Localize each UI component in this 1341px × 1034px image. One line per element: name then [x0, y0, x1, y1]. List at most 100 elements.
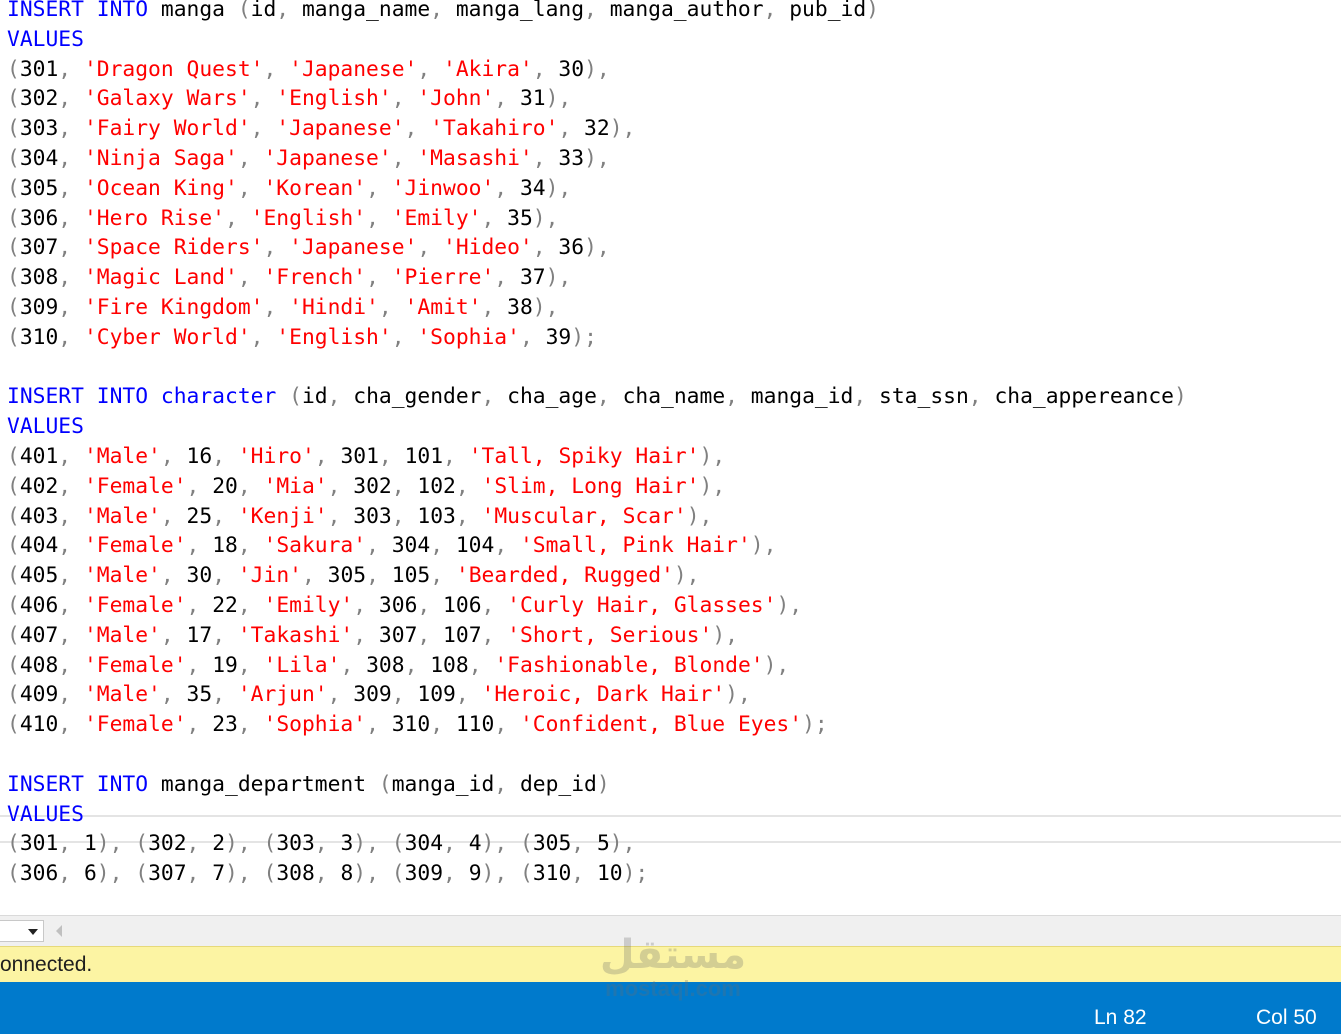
- number-literal: 310: [532, 861, 572, 887]
- character-row: (406, 'Female', 22, 'Emily', 306, 106, '…: [7, 593, 803, 618]
- number-literal: 7: [212, 861, 226, 887]
- number-literal: 3: [340, 831, 354, 857]
- string-literal: 'Tall, Spiky Hair': [468, 444, 700, 469]
- number-literal: 102: [417, 473, 456, 499]
- number-literal: 1: [83, 831, 97, 857]
- number-literal: 18: [212, 533, 238, 559]
- string-literal: 'Ninja Saga': [83, 146, 238, 171]
- string-literal: 'Male': [83, 622, 161, 648]
- number-literal: 305: [327, 563, 367, 589]
- string-literal: 'Magic Land': [83, 265, 238, 291]
- insert-department-line: INSERT INTO manga_department (manga_id, …: [7, 771, 610, 797]
- number-literal: 408: [19, 652, 59, 678]
- number-literal: 9: [468, 861, 482, 887]
- number-literal: 306: [378, 593, 418, 618]
- string-literal: 'Masashi': [417, 146, 533, 171]
- number-literal: 25: [186, 503, 213, 529]
- number-literal: 301: [340, 444, 379, 469]
- character-row: (402, 'Female', 20, 'Mia', 302, 102, 'Sl…: [7, 473, 726, 499]
- line-indicator: Ln 82: [1094, 1006, 1147, 1029]
- string-literal: 'Akira': [443, 56, 533, 82]
- number-literal: 104: [455, 533, 495, 559]
- character-row: (408, 'Female', 19, 'Lila', 308, 108, 'F…: [7, 652, 790, 678]
- string-literal: 'Takahiro': [430, 116, 559, 142]
- number-literal: 308: [276, 861, 315, 887]
- number-literal: 304: [391, 533, 431, 559]
- manga-row: (307, 'Space Riders', 'Japanese', 'Hideo…: [7, 235, 610, 261]
- number-literal: 2: [212, 831, 226, 857]
- manga-row: (302, 'Galaxy Wars', 'English', 'John', …: [7, 86, 572, 112]
- character-row: (405, 'Male', 30, 'Jin', 305, 105, 'Bear…: [7, 563, 700, 589]
- string-literal: 'Jinwoo': [391, 175, 495, 201]
- string-literal: 'Pierre': [391, 265, 495, 291]
- column-name: cha_gender: [353, 384, 482, 410]
- number-literal: 38: [507, 295, 533, 320]
- number-literal: 307: [19, 235, 59, 261]
- number-literal: 5: [596, 831, 610, 857]
- string-literal: 'Japanese': [276, 116, 405, 142]
- number-literal: 302: [353, 473, 392, 499]
- number-literal: 305: [532, 831, 572, 857]
- string-literal: 'Hiro': [237, 444, 315, 469]
- string-literal: 'English': [250, 205, 367, 231]
- number-literal: 32: [584, 116, 610, 142]
- number-literal: 401: [19, 444, 59, 469]
- manga-row: (303, 'Fairy World', 'Japanese', 'Takahi…: [7, 116, 636, 142]
- string-literal: 'Emily': [263, 593, 354, 618]
- number-literal: 8: [340, 861, 354, 887]
- values-line: VALUES: [7, 800, 84, 830]
- column-name: dep_id: [519, 771, 597, 797]
- table-name: character: [160, 384, 277, 410]
- manga-row: (309, 'Fire Kingdom', 'Hindi', 'Amit', 3…: [7, 295, 559, 320]
- number-literal: 30: [558, 56, 585, 82]
- partial-insert-line: INSERT INTO manga (id, manga_name, manga…: [7, 0, 879, 22]
- values-line: VALUES: [7, 25, 84, 55]
- string-literal: 'Fashionable, Blonde': [494, 652, 764, 678]
- string-literal: 'Kenji': [237, 503, 328, 529]
- string-literal: 'Amit': [404, 295, 482, 320]
- number-literal: 307: [378, 622, 418, 648]
- string-literal: 'Male': [83, 682, 161, 708]
- number-literal: 6: [83, 861, 97, 887]
- connection-message: onnected.: [0, 953, 93, 976]
- number-literal: 307: [148, 861, 187, 887]
- number-literal: 16: [186, 444, 213, 469]
- values-keyword: VALUES: [7, 801, 84, 827]
- number-literal: 301: [19, 56, 59, 82]
- number-literal: 306: [19, 861, 59, 887]
- string-literal: 'Fairy World': [83, 116, 251, 142]
- number-literal: 308: [19, 265, 59, 291]
- string-literal: 'Slim, Long Hair': [481, 473, 700, 499]
- character-row: (407, 'Male', 17, 'Takashi', 307, 107, '…: [7, 622, 738, 648]
- column-name: sta_ssn: [879, 384, 969, 410]
- number-literal: 35: [507, 205, 533, 231]
- string-literal: 'Jin': [237, 563, 302, 589]
- string-literal: 'French': [263, 265, 367, 291]
- string-literal: 'Japanese': [289, 56, 418, 82]
- string-literal: 'Bearded, Rugged': [455, 563, 674, 589]
- manga-row: (306, 'Hero Rise', 'English', 'Emily', 3…: [7, 205, 559, 231]
- column-name: cha_appereance: [994, 384, 1174, 410]
- values-keyword: VALUES: [7, 414, 84, 440]
- number-literal: 303: [353, 503, 392, 529]
- scroll-left-arrow-icon[interactable]: [56, 925, 62, 937]
- string-literal: 'Female': [83, 712, 187, 738]
- string-literal: 'Hindi': [289, 295, 379, 320]
- string-literal: 'Confident, Blue Eyes': [519, 712, 803, 738]
- string-literal: 'Japanese': [263, 146, 392, 171]
- number-literal: 303: [19, 116, 59, 142]
- string-literal: 'Female': [83, 593, 187, 618]
- number-literal: 402: [19, 473, 59, 499]
- department-row: (301, 1), (302, 2), (303, 3), (304, 4), …: [7, 831, 636, 857]
- number-literal: 310: [19, 324, 59, 350]
- character-row: (410, 'Female', 23, 'Sophia', 310, 110, …: [7, 712, 828, 738]
- number-literal: 309: [353, 682, 392, 708]
- character-row: (403, 'Male', 25, 'Kenji', 303, 103, 'Mu…: [7, 503, 713, 529]
- number-literal: 22: [212, 593, 238, 618]
- string-literal: 'Cyber World': [83, 324, 251, 350]
- string-literal: 'English': [276, 86, 392, 112]
- sql-editor[interactable]: INSERT INTO manga (id, manga_name, manga…: [0, 0, 1341, 915]
- number-literal: 303: [276, 831, 315, 857]
- string-literal: 'Dragon Quest': [83, 56, 264, 82]
- zoom-dropdown[interactable]: [0, 920, 44, 942]
